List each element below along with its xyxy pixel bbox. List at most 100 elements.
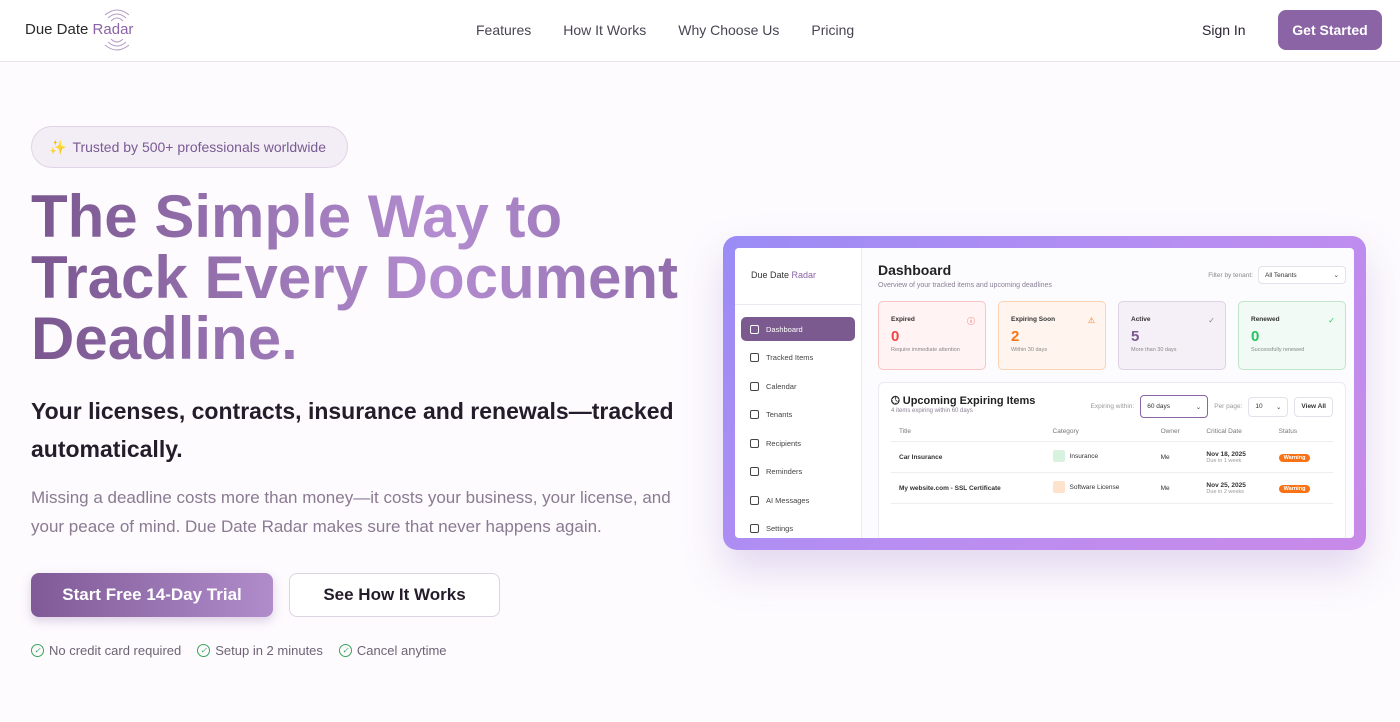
check-item: ✓ No credit card required: [31, 643, 181, 658]
preview-logo: Due Date Radar: [735, 248, 861, 305]
card-sub: Within 30 days: [1011, 347, 1095, 353]
nav-link-features[interactable]: Features: [476, 22, 531, 38]
stat-card-renewed[interactable]: Renewed0Successfully renewed✓: [1238, 301, 1346, 370]
card-value: 2: [1011, 328, 1095, 345]
see-how-it-works-button[interactable]: See How It Works: [289, 573, 500, 617]
select-value: All Tenants: [1265, 272, 1297, 279]
sidebar-item-dashboard[interactable]: Dashboard: [741, 317, 855, 341]
card-value: 0: [1251, 328, 1335, 345]
dashboard-preview: Due Date Radar Dashboard Tracked Items C…: [723, 236, 1366, 550]
item-category: Software License: [1070, 484, 1120, 491]
check-text: Setup in 2 minutes: [215, 643, 323, 658]
card-label: Expiring Soon: [1011, 316, 1095, 323]
column-header[interactable]: Status: [1271, 428, 1333, 442]
document-icon: [750, 353, 759, 362]
hero-description: Missing a deadline costs more than money…: [31, 483, 691, 541]
item-title: Car Insurance: [891, 442, 1045, 473]
item-due: Due in 1 week: [1206, 458, 1262, 464]
card-value: 0: [891, 328, 975, 345]
nav-link-why-choose-us[interactable]: Why Choose Us: [678, 22, 779, 38]
sidebar-item-recipients[interactable]: Recipients: [741, 431, 855, 455]
sidebar-item-tracked-items[interactable]: Tracked Items: [741, 346, 855, 370]
clock-icon: 🕓︎: [891, 395, 900, 407]
sidebar-item-ai-messages[interactable]: AI Messages: [741, 488, 855, 512]
column-header[interactable]: Critical Date: [1198, 428, 1270, 442]
card-value: 5: [1131, 328, 1215, 345]
trust-badge: ✨Trusted by 500+ professionals worldwide: [31, 126, 348, 168]
check-text: No credit card required: [49, 643, 181, 658]
sidebar-item-settings[interactable]: Settings: [741, 517, 855, 539]
sparkle-icon: [750, 496, 759, 505]
hero-title: The Simple Way toTrack Every DocumentDea…: [31, 186, 711, 369]
title-line: The Simple Way to: [31, 183, 562, 250]
check-circle-icon: ✓: [339, 644, 352, 657]
sidebar-item-tenants[interactable]: Tenants: [741, 403, 855, 427]
sparkles-icon: ✨: [49, 139, 66, 156]
stat-card-active[interactable]: Active 5 More than 30 days ✓: [1118, 301, 1226, 370]
view-all-button[interactable]: View All: [1294, 397, 1333, 417]
title-line: Track Every Document: [31, 244, 678, 311]
sidebar-label: Dashboard: [766, 325, 803, 334]
chevron-down-icon: ⌄: [1196, 403, 1201, 411]
sidebar-label: Recipients: [766, 439, 801, 448]
table-row[interactable]: Car Insurance Insurance Me Nov 18, 2025D…: [891, 442, 1333, 473]
column-header[interactable]: Title: [891, 428, 1045, 442]
mail-icon: [750, 439, 759, 448]
tenant-filter-select[interactable]: All Tenants⌄: [1258, 266, 1346, 284]
column-header[interactable]: Category: [1045, 428, 1153, 442]
item-date: Nov 18, 2025: [1206, 451, 1262, 458]
sign-in-link[interactable]: Sign In: [1202, 22, 1246, 38]
card-label: Renewed: [1251, 316, 1335, 323]
column-header[interactable]: Owner: [1153, 428, 1199, 442]
sidebar-label: Reminders: [766, 467, 802, 476]
expiring-within-select[interactable]: 60 days ⌄: [1140, 395, 1208, 418]
grid-icon: [750, 325, 759, 334]
upcoming-items-table: TitleCategoryOwnerCritical DateStatus Ca…: [891, 428, 1333, 504]
check-item: ✓ Setup in 2 minutes: [197, 643, 323, 658]
calendar-icon: [750, 382, 759, 391]
nav-link-pricing[interactable]: Pricing: [811, 22, 854, 38]
preview-sidebar: Due Date Radar Dashboard Tracked Items C…: [735, 248, 862, 538]
radar-logo-icon: [97, 3, 137, 57]
card-sub: More than 30 days: [1131, 347, 1215, 353]
sidebar-item-calendar[interactable]: Calendar: [741, 374, 855, 398]
sidebar-label: Tenants: [766, 410, 792, 419]
card-label: Active: [1131, 316, 1215, 323]
sidebar-label: Settings: [766, 524, 793, 533]
gear-icon: [750, 524, 759, 533]
check-circle-icon: ✓: [31, 644, 44, 657]
card-sub: Require immediate attention: [891, 347, 975, 353]
stat-card-expired[interactable]: Expired 0 Require immediate attention ⓘ: [878, 301, 986, 370]
nav-link-how-it-works[interactable]: How It Works: [563, 22, 646, 38]
status-badge: Warning: [1279, 454, 1311, 462]
select-value: 60 days: [1147, 403, 1170, 410]
panel-title: Upcoming Expiring Items: [903, 395, 1036, 407]
check-circle-icon: ✓: [197, 644, 210, 657]
building-icon: [750, 410, 759, 419]
card-label: Expired: [891, 316, 975, 323]
alert-circle-icon: ⓘ: [967, 316, 975, 327]
item-owner: Me: [1153, 473, 1199, 504]
item-title: My website.com - SSL Certificate: [891, 473, 1045, 504]
get-started-button[interactable]: Get Started: [1278, 10, 1382, 50]
stat-card-expiring-soon[interactable]: Expiring Soon 2 Within 30 days ⚠: [998, 301, 1106, 370]
sidebar-item-reminders[interactable]: Reminders: [741, 460, 855, 484]
title-line: Deadline.: [31, 305, 298, 372]
per-page-select[interactable]: 10⌄: [1248, 397, 1288, 417]
start-trial-button[interactable]: Start Free 14-Day Trial: [31, 573, 273, 617]
check-circle-icon: ✓: [1328, 316, 1335, 325]
hero-subtitle: Your licenses, contracts, insurance and …: [31, 392, 691, 468]
logo-text-accent: Radar: [792, 270, 817, 280]
item-due: Due in 2 weeks: [1206, 489, 1262, 495]
filter-label: Filter by tenant:: [1208, 272, 1253, 279]
per-page-label: Per page:: [1214, 403, 1242, 410]
expiring-label: Expiring within:: [1091, 403, 1135, 410]
folder-icon: [1053, 481, 1065, 493]
sidebar-label: AI Messages: [766, 496, 809, 505]
check-circle-icon: ✓: [1208, 316, 1215, 325]
warning-icon: ⚠: [1088, 316, 1095, 325]
status-badge: Warning: [1279, 485, 1311, 493]
insurance-icon: [1053, 450, 1065, 462]
chevron-down-icon: ⌄: [1276, 403, 1281, 411]
table-row[interactable]: My website.com - SSL Certificate Softwar…: [891, 473, 1333, 504]
